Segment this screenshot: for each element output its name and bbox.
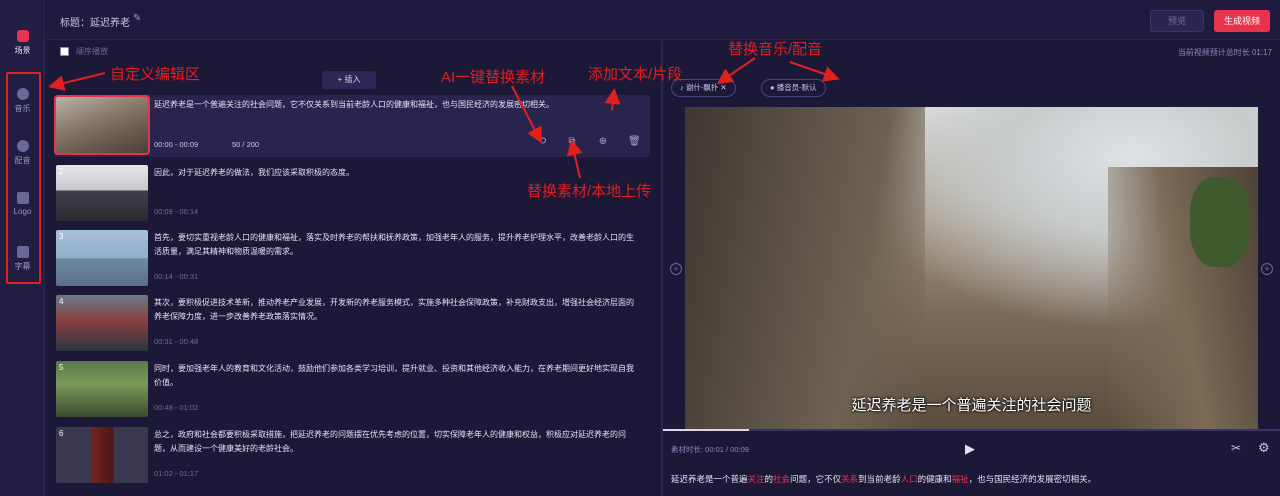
arrow-replace-upload: [566, 139, 583, 179]
arrow-custom-edit: [48, 72, 106, 91]
annotation-ai-replace: AI一键替换素材: [441, 69, 546, 86]
app-root: 场景 音乐 配音 Logo 字幕 标题：延迟养老 ✎ 预览 生成视频 顺序播放 …: [0, 0, 1280, 496]
annotation-custom-edit: 自定义编辑区: [110, 66, 201, 83]
arrow-music-right: [789, 61, 840, 82]
arrow-add-text: [604, 88, 621, 111]
arrow-music-left: [716, 57, 756, 85]
annotation-replace-music: 替换音乐/配音: [728, 41, 823, 58]
arrow-ai-replace: [511, 85, 542, 144]
annotation-replace-upload: 替换素材/本地上传: [527, 183, 652, 200]
annotation-add-text: 添加文本/片段: [588, 66, 683, 83]
